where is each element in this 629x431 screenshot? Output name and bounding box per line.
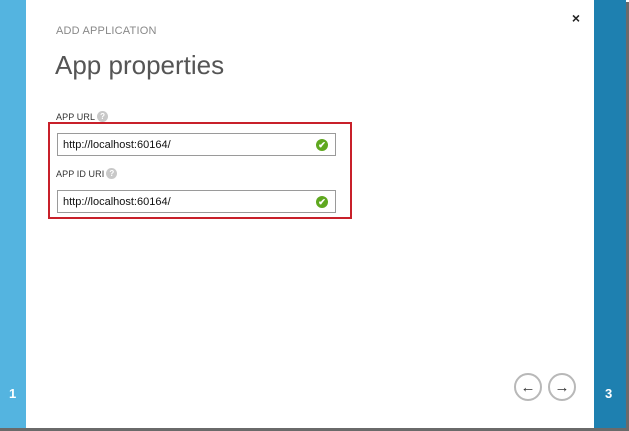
next-arrow-button[interactable]: → xyxy=(548,373,576,401)
back-arrow-button[interactable]: ← xyxy=(514,373,542,401)
app-id-uri-label: APP ID URI ? xyxy=(56,168,118,179)
app-id-uri-value: http://localhost:60164/ xyxy=(63,196,171,208)
valid-check-icon: ✔ xyxy=(316,139,328,151)
page-title: App properties xyxy=(55,50,225,80)
valid-check-icon: ✔ xyxy=(316,196,328,208)
app-id-uri-label-text: APP ID URI xyxy=(56,168,105,179)
left-step-strip: 1 xyxy=(0,0,26,428)
help-icon[interactable]: ? xyxy=(97,111,109,122)
arrow-left-icon: ← xyxy=(520,378,536,396)
app-id-uri-input[interactable]: http://localhost:60164/ ✔ xyxy=(57,190,336,213)
app-url-input[interactable]: http://localhost:60164/ ✔ xyxy=(57,133,336,156)
close-icon[interactable]: × xyxy=(569,11,583,25)
app-url-label-text: APP URL xyxy=(56,111,96,122)
step-number-next: 3 xyxy=(605,386,613,401)
right-step-strip: 3 xyxy=(594,0,626,428)
step-number-previous: 1 xyxy=(9,386,17,401)
add-application-dialog: × ADD APPLICATION App properties APP URL… xyxy=(26,0,594,428)
app-url-label: APP URL ? xyxy=(56,111,109,122)
help-icon[interactable]: ? xyxy=(106,168,118,179)
arrow-right-icon: → xyxy=(554,378,570,396)
app-url-value: http://localhost:60164/ xyxy=(63,139,171,151)
dialog-subtitle: ADD APPLICATION xyxy=(56,25,157,37)
